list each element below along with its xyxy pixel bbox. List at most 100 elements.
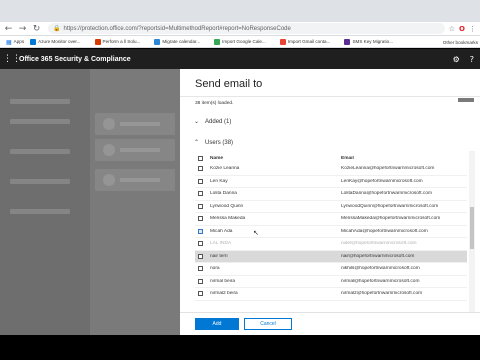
user-email: LolitaDanna@hopefortnwarnmicrosoft.com: [341, 191, 432, 197]
name-column-header[interactable]: Name: [210, 156, 341, 161]
user-name: nair terri: [210, 253, 228, 259]
user-email: nirmal@hopefortnwarnmicrosoft.com: [341, 278, 420, 284]
app-title: Office 365 Security & Compliance: [19, 55, 131, 63]
user-row[interactable]: Len Kay LenKay@hopefortnwarnmicrosoft.com: [195, 176, 467, 188]
panel-footer: Add Cancel: [180, 312, 480, 335]
bookmark-label: Perform a ll Solu...: [102, 39, 141, 44]
menu-icon[interactable]: ⋮: [469, 25, 476, 33]
added-section-toggle[interactable]: ⌄ Added (1): [194, 118, 231, 125]
user-row-checkbox[interactable]: [198, 291, 203, 297]
panel-divider: [180, 96, 480, 97]
user-row[interactable]: Micah Ada MicahAda@hopefortnwarnmicrosoft…: [195, 226, 467, 238]
bookmarks-bar: ▦ Apps Azure Monitor over... Perform a l…: [0, 36, 480, 48]
bookmark-label: SMS Key Migratio...: [352, 39, 394, 44]
user-email: nikhils@hopefortnwarnmicrosoft.com: [341, 266, 420, 272]
user-row-checkbox[interactable]: [198, 178, 203, 184]
background-nav-item: [10, 119, 70, 124]
url-text: https://protection.office.com/?reportsid…: [63, 25, 291, 32]
background-page-overlay: [0, 69, 180, 335]
star-icon[interactable]: ☆: [449, 25, 455, 33]
user-row[interactable]: Lolita Danna LolitaDanna@hopefortnwarnmic…: [195, 188, 467, 201]
chevron-down-icon: ⌄: [194, 118, 200, 125]
user-name: nora: [210, 266, 220, 272]
user-row[interactable]: nora nikhils@hopefortnwarnmicrosoft.com: [195, 263, 467, 276]
users-list-scrollbar[interactable]: [469, 151, 475, 321]
background-nav-item: [10, 99, 70, 104]
bookmark-label: Import Gmail conta...: [287, 39, 331, 44]
bookmark-favicon-icon: [279, 38, 286, 45]
user-email: KozieLeanna@hopefortnwarnmicrosoft.com: [341, 166, 435, 172]
cancel-button[interactable]: Cancel: [244, 318, 292, 330]
users-section-toggle[interactable]: ⌃ Users (38): [194, 139, 233, 146]
back-icon[interactable]: ←: [3, 23, 14, 34]
user-row[interactable]: Lynwood Quinn LynwoodQuinn@hopefortnwarnm…: [195, 201, 467, 213]
email-column-header[interactable]: Email: [341, 156, 467, 161]
apps-grid-icon: ▦: [6, 38, 12, 46]
reload-icon[interactable]: ↻: [31, 23, 42, 34]
user-email: MicahAda@hopefortnwarnmicrosoft.com: [341, 228, 428, 234]
user-email: LenKay@hopefortnwarnmicrosoft.com: [341, 178, 423, 184]
user-row[interactable]: nirmal beira nirmal@hopefortnwarnmicrosof…: [195, 276, 467, 288]
bookmark-item[interactable]: Import Gmail conta...: [279, 38, 331, 45]
user-row[interactable]: nair terri nair@hopefortnwarnmicrosoft.co…: [195, 250, 467, 263]
app-launcher-icon[interactable]: ⋮⋮: [3, 54, 21, 64]
background-nav: [0, 69, 90, 335]
user-row-checkbox[interactable]: [198, 228, 203, 234]
other-bookmarks[interactable]: Other bookmarks: [440, 36, 478, 47]
user-name: Lynwood Quinn: [210, 203, 244, 209]
user-name: Len Kay: [210, 178, 228, 184]
user-row-checkbox[interactable]: [198, 253, 203, 259]
user-name: LAL INDA: [210, 241, 232, 247]
user-row-checkbox[interactable]: [198, 203, 203, 209]
settings-icon[interactable]: ⚙: [453, 55, 460, 64]
users-list: Name Email Kozie Leanna KozieLeanna@hopef…: [195, 153, 467, 301]
scrollbar-thumb[interactable]: [470, 207, 474, 249]
bookmark-label: Azure Monitor over...: [38, 39, 81, 44]
added-section-label: Added (1): [205, 118, 232, 125]
search-box-edge[interactable]: [458, 98, 474, 102]
background-card-line: [120, 148, 160, 152]
opera-icon[interactable]: O: [459, 25, 465, 33]
user-name: Kozie Leanna: [210, 166, 240, 172]
user-email: LynwoodQuinn@hopefortnwarnmicrosoft.com: [341, 203, 439, 209]
bookmark-label: Import Google Cale...: [222, 39, 266, 44]
forward-icon[interactable]: →: [17, 23, 28, 34]
bookmark-item[interactable]: SMS Key Migratio...: [344, 38, 394, 45]
bookmark-favicon-icon: [154, 38, 161, 45]
bookmark-apps[interactable]: ▦ Apps: [6, 38, 25, 46]
bookmark-favicon-icon: [94, 38, 101, 45]
address-bar[interactable]: 🔒 https://protection.office.com/?reports…: [48, 23, 445, 34]
background-card-icon: [103, 174, 115, 186]
select-all-checkbox[interactable]: [198, 155, 203, 161]
other-bookmarks-label: Other bookmarks: [442, 39, 478, 45]
user-row[interactable]: Merissa Makeda MerissaMakeda@hopefortnwar…: [195, 213, 467, 226]
help-icon[interactable]: ?: [470, 55, 474, 64]
browser-toolbar: ← → ↻ 🔒 https://protection.office.com/?r…: [0, 22, 480, 36]
user-row-checkbox[interactable]: [198, 241, 203, 247]
user-name: nirmal2 beira: [210, 291, 238, 297]
background-nav-item: [10, 149, 70, 154]
user-row-checkbox[interactable]: [198, 191, 203, 197]
user-row-checkbox[interactable]: [198, 216, 203, 222]
user-name: Micah Ada: [210, 228, 233, 234]
user-name: Lolita Danna: [210, 191, 237, 197]
background-nav-item: [10, 209, 70, 214]
user-row-checkbox[interactable]: [198, 278, 203, 284]
bookmark-item[interactable]: Import Google Cale...: [214, 38, 266, 45]
bookmark-label: Apps: [13, 39, 25, 44]
add-button[interactable]: Add: [195, 318, 239, 330]
bookmark-item[interactable]: Azure Monitor over...: [30, 38, 81, 45]
bookmark-item[interactable]: Migrate calendar...: [154, 38, 200, 45]
background-card-icon: [103, 118, 115, 130]
user-name: nirmal beira: [210, 278, 236, 284]
users-list-header: Name Email: [195, 153, 467, 163]
user-row-checkbox[interactable]: [198, 166, 203, 172]
user-row[interactable]: LAL INDA nidel@hopefortnwarnmicrosoft.com: [195, 238, 467, 251]
user-row-checkbox[interactable]: [198, 266, 203, 272]
bookmark-item[interactable]: Perform a ll Solu...: [94, 38, 141, 45]
app-header: ⋮⋮ Office 365 Security & Compliance ⚙ ?: [0, 49, 480, 69]
user-row[interactable]: nirmal2 beira nirmal2@hopefortnwarnmicros…: [195, 288, 467, 301]
items-loaded-text: 38 item(s) loaded.: [195, 101, 234, 106]
user-row[interactable]: Kozie Leanna KozieLeanna@hopefortnwarnmic…: [195, 163, 467, 176]
bookmark-favicon-icon: [214, 38, 221, 45]
